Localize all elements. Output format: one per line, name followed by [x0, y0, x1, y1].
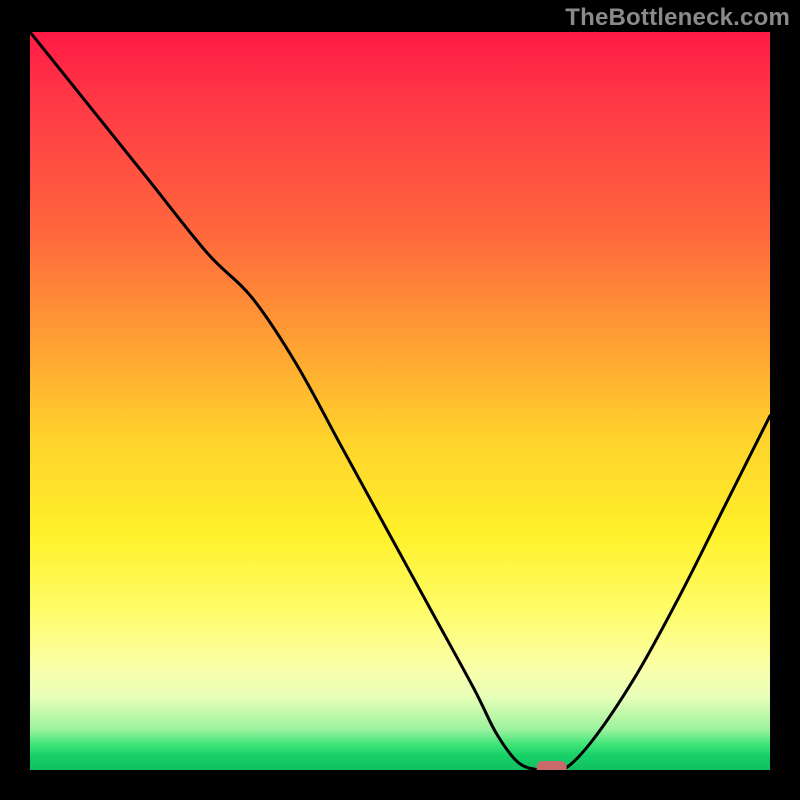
plot-area: [30, 32, 770, 770]
optimum-marker: [537, 761, 567, 770]
bottleneck-curve: [30, 32, 770, 770]
watermark-label: TheBottleneck.com: [565, 4, 790, 32]
chart-frame: TheBottleneck.com: [0, 0, 800, 800]
curve-layer: [30, 32, 770, 770]
